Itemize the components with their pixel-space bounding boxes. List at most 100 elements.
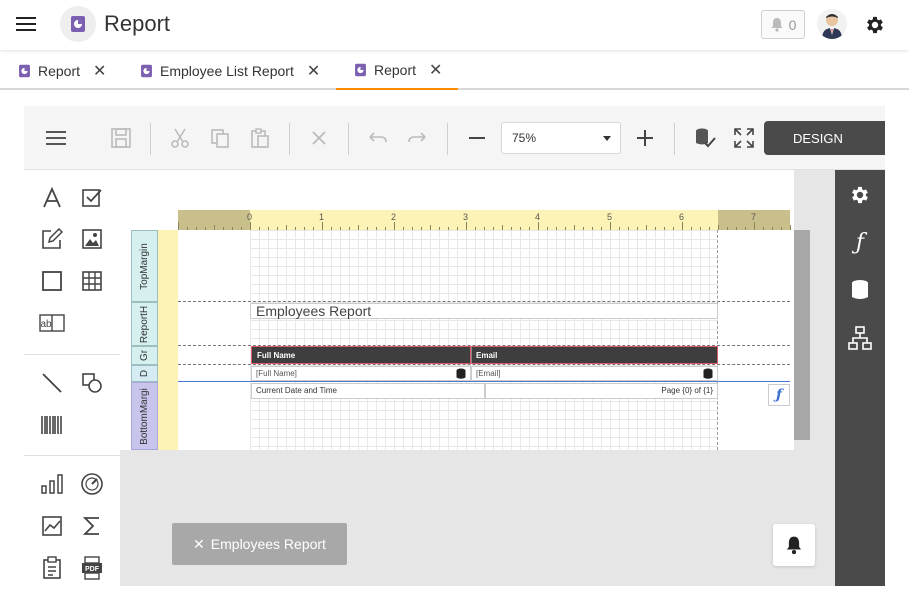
gear-icon[interactable] — [864, 14, 886, 36]
report-page-grid[interactable] — [250, 230, 718, 450]
gauge-icon[interactable] — [78, 470, 106, 498]
line-icon[interactable] — [38, 369, 66, 397]
panel-icon[interactable] — [38, 267, 66, 295]
menu-icon[interactable] — [16, 15, 36, 33]
ruler-tick — [736, 227, 737, 230]
barcode-icon[interactable] — [38, 411, 66, 439]
rich-text-icon[interactable] — [38, 225, 66, 253]
bell-icon — [785, 535, 803, 555]
ruler-tick — [178, 222, 179, 230]
toolbar-separator — [674, 123, 675, 155]
chart-icon[interactable] — [38, 470, 66, 498]
paste-icon[interactable] — [246, 124, 274, 152]
ruler-number: 4 — [535, 212, 541, 222]
svg-text:ab: ab — [40, 319, 52, 330]
picture-icon[interactable] — [78, 225, 106, 253]
column-header-email[interactable]: Email — [471, 346, 718, 364]
report-icon — [354, 63, 367, 77]
tab-report-active[interactable]: Report ✕ — [336, 52, 458, 90]
expressions-icon[interactable]: ƒ — [846, 228, 874, 256]
ruler-number: 6 — [679, 212, 685, 222]
ruler-tick — [745, 227, 746, 230]
ruler-tick — [727, 227, 728, 230]
ruler-number: 2 — [391, 212, 397, 222]
sparkline-icon[interactable] — [38, 512, 66, 540]
tab-label: Report — [374, 62, 417, 78]
undo-icon[interactable] — [364, 124, 392, 152]
close-icon[interactable]: ✕ — [429, 60, 442, 80]
avatar[interactable] — [817, 9, 847, 39]
shape-icon[interactable] — [78, 369, 106, 397]
report-canvas: 0 1 2 3 4 5 6 7 TopMargin ReportH Gr D B… — [120, 170, 794, 450]
tab-label: Employee List Report — [160, 63, 294, 79]
label-icon[interactable] — [38, 184, 66, 212]
toolbox-divider — [24, 455, 120, 456]
band-group-header[interactable]: Gr — [131, 346, 158, 365]
ruler-number: 7 — [751, 212, 757, 222]
redo-icon[interactable] — [403, 124, 431, 152]
ruler-number: 3 — [463, 212, 469, 222]
page-title: Report — [104, 11, 171, 36]
band-top-margin[interactable]: TopMargin — [131, 230, 158, 302]
report-explorer-icon[interactable] — [846, 324, 874, 352]
character-comb-icon[interactable]: ab — [38, 309, 66, 337]
pdf-icon[interactable]: PDF — [78, 554, 106, 582]
ruler-number: 5 — [607, 212, 613, 222]
selected-band-border — [178, 381, 790, 382]
bell-icon — [770, 17, 784, 32]
ruler-tick — [223, 227, 224, 230]
validate-icon[interactable] — [691, 124, 719, 152]
field-email[interactable]: [Email] — [471, 366, 718, 381]
ruler-tick — [538, 222, 539, 230]
ruler-tick — [232, 227, 233, 230]
table-icon[interactable] — [78, 267, 106, 295]
report-title-label[interactable]: Employees Report — [250, 303, 718, 319]
zoom-value: 75% — [512, 131, 537, 145]
zoom-in-icon[interactable] — [631, 124, 659, 152]
cut-icon[interactable] — [166, 124, 194, 152]
delete-icon[interactable] — [305, 124, 333, 152]
tab-label: Report — [38, 63, 81, 79]
tab-employee-list-report[interactable]: Employee List Report ✕ — [122, 52, 332, 90]
design-surface[interactable]: 0 1 2 3 4 5 6 7 TopMargin ReportH Gr D B… — [120, 170, 835, 586]
tab-report-1[interactable]: Report ✕ — [0, 52, 118, 90]
ruler-tick — [196, 227, 197, 230]
zoom-select[interactable]: 75% — [501, 122, 621, 154]
checkbox-icon[interactable] — [78, 184, 106, 212]
fullscreen-icon[interactable] — [730, 124, 758, 152]
field-full-name[interactable]: [Full Name] — [251, 366, 471, 381]
footer-page-info[interactable]: Page {0} of {1} — [485, 383, 718, 399]
footer-date-time[interactable]: Current Date and Time — [251, 383, 485, 399]
ruler-tick — [772, 227, 773, 230]
toolbar-separator — [348, 123, 349, 155]
zoom-out-icon[interactable] — [463, 124, 491, 152]
expression-icon[interactable]: ƒ — [768, 384, 790, 406]
app-header: Report 0 — [0, 0, 909, 50]
band-report-header[interactable]: ReportH — [131, 302, 158, 346]
copy-icon[interactable] — [206, 124, 234, 152]
ruler-tick — [214, 225, 215, 230]
close-icon[interactable]: ✕ — [307, 61, 320, 81]
design-button[interactable]: DESIGN — [764, 121, 885, 155]
hamburger-icon[interactable] — [42, 124, 70, 152]
ruler-tick — [790, 225, 791, 230]
settings-icon[interactable] — [846, 181, 874, 209]
svg-text:PDF: PDF — [85, 566, 100, 573]
toolbar-separator — [447, 123, 448, 155]
band-bottom-margin[interactable]: BottomMargi — [131, 382, 158, 450]
report-icon — [70, 15, 86, 33]
ruler-tick — [466, 222, 467, 230]
save-icon[interactable] — [107, 124, 135, 152]
data-source-icon[interactable] — [846, 276, 874, 304]
close-icon[interactable]: ✕ — [93, 61, 106, 81]
ruler-number: 0 — [247, 212, 253, 222]
notifications-button[interactable]: 0 — [761, 10, 805, 39]
subreport-icon[interactable] — [38, 554, 66, 582]
ruler-number: 1 — [319, 212, 325, 222]
column-header-full-name[interactable]: Full Name — [251, 346, 471, 364]
notification-fab[interactable] — [773, 524, 815, 566]
vertical-scrollbar[interactable] — [794, 230, 810, 440]
band-detail[interactable]: D — [131, 365, 158, 382]
close-report-button[interactable]: ✕ Employees Report — [172, 523, 347, 565]
summary-icon[interactable] — [78, 512, 106, 540]
